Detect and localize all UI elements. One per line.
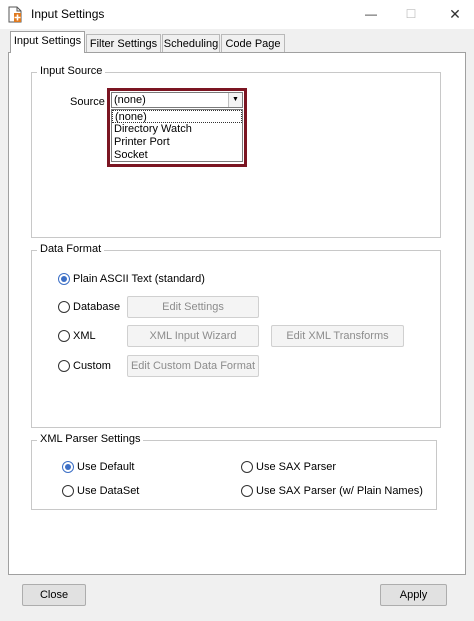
radio-button[interactable]: [62, 461, 74, 473]
radio-label: Use Default: [77, 461, 135, 473]
edit-custom-data-format-button[interactable]: Edit Custom Data Format: [127, 355, 259, 377]
radio-label: Custom: [73, 360, 111, 372]
source-dropdown-list: (none) Directory Watch Printer Port Sock…: [111, 109, 243, 162]
close-button[interactable]: Close: [22, 584, 86, 606]
dropdown-option-printer-port[interactable]: Printer Port: [112, 136, 242, 149]
radio-button[interactable]: [58, 273, 70, 285]
xml-input-wizard-button[interactable]: XML Input Wizard: [127, 325, 259, 347]
source-label: Source: [70, 96, 105, 108]
dropdown-option-directory-watch[interactable]: Directory Watch: [112, 123, 242, 136]
source-combobox-value: (none): [114, 94, 146, 106]
content-layer: Input Source Source (none) ▼ (none) Dire…: [0, 0, 474, 621]
radio-label: Use SAX Parser: [256, 461, 337, 473]
radio-button[interactable]: [241, 461, 253, 473]
radio-button[interactable]: [241, 485, 253, 497]
dropdown-option-none[interactable]: (none): [112, 110, 242, 123]
radio-button[interactable]: [58, 301, 70, 313]
edit-settings-button[interactable]: Edit Settings: [127, 296, 259, 318]
radio-button[interactable]: [58, 330, 70, 342]
dropdown-option-socket[interactable]: Socket: [112, 149, 242, 162]
radio-button[interactable]: [58, 360, 70, 372]
radio-label: Use DataSet: [77, 485, 140, 497]
edit-xml-transforms-button[interactable]: Edit XML Transforms: [271, 325, 404, 347]
radio-label: Database: [73, 301, 121, 313]
radio-button[interactable]: [62, 485, 74, 497]
xml-parser-group: XML Parser Settings: [31, 433, 437, 510]
data-format-title: Data Format: [37, 243, 105, 255]
input-source-title: Input Source: [37, 65, 106, 77]
radio-label: Use SAX Parser (w/ Plain Names): [256, 485, 423, 497]
apply-button[interactable]: Apply: [380, 584, 447, 606]
xml-parser-title: XML Parser Settings: [37, 433, 144, 445]
chevron-down-icon[interactable]: ▼: [228, 93, 242, 107]
radio-label: XML: [73, 330, 96, 342]
source-combobox[interactable]: (none) ▼: [111, 92, 243, 108]
radio-label: Plain ASCII Text (standard): [73, 273, 205, 285]
